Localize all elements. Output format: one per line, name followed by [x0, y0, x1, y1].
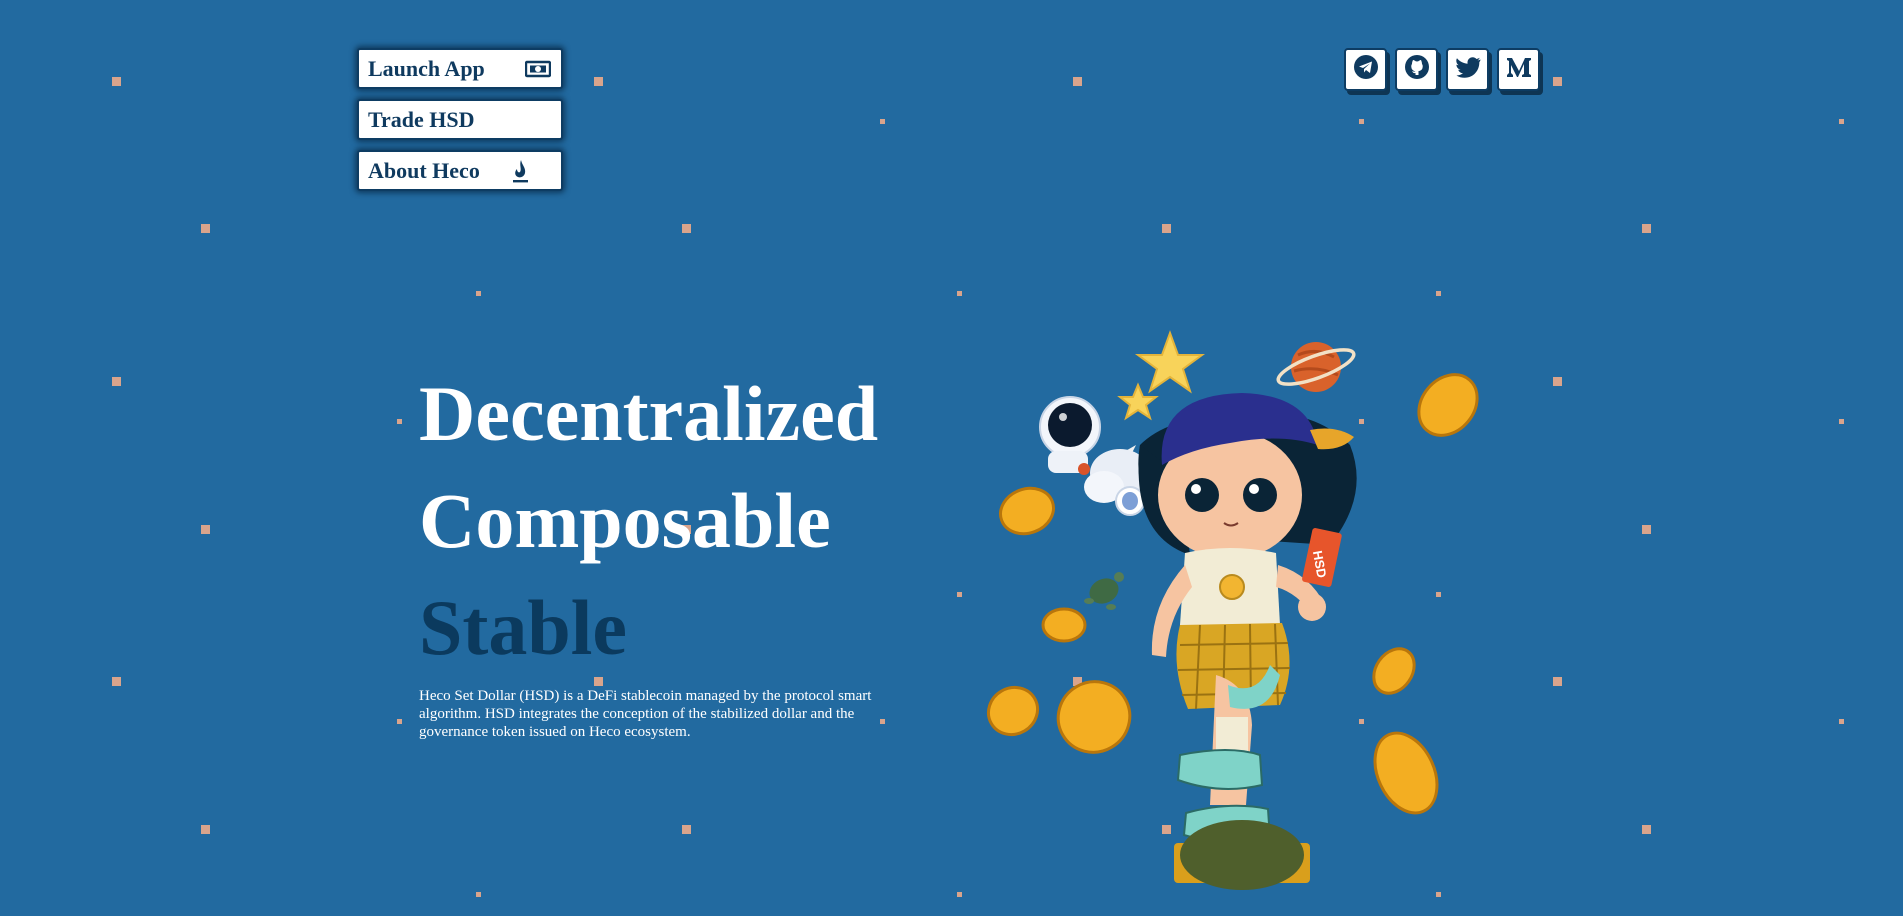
telegram-button[interactable]	[1344, 48, 1387, 91]
hero-description: Heco Set Dollar (HSD) is a DeFi stableco…	[419, 688, 872, 740]
starfield-background	[0, 0, 1903, 916]
star-dot	[112, 377, 121, 386]
star-dot	[1359, 119, 1364, 124]
star-dot	[1642, 224, 1651, 233]
headline-stable: Stable	[419, 584, 628, 671]
telegram-icon	[1353, 54, 1379, 85]
trade-hsd-button[interactable]: Trade HSD	[357, 99, 563, 140]
star-dot	[1553, 77, 1562, 86]
star-dot	[594, 77, 603, 86]
star-dot	[1839, 119, 1844, 124]
about-heco-button[interactable]: About Heco	[357, 150, 563, 191]
star-dot	[682, 224, 691, 233]
about-heco-label: About Heco	[368, 157, 480, 183]
star-icon	[1134, 330, 1206, 394]
hero-headline: Decentralized Composable Stable	[419, 360, 878, 681]
social-links	[1344, 48, 1540, 91]
mascot-illustration: HSD	[986, 330, 1479, 890]
launch-app-label: Launch App	[368, 55, 485, 81]
star-dot	[1436, 291, 1441, 296]
star-dot	[397, 719, 402, 724]
planet-icon	[1276, 342, 1356, 392]
star-dot	[1553, 677, 1562, 686]
star-dot	[1642, 525, 1651, 534]
launch-app-button[interactable]: Launch App	[357, 48, 563, 89]
star-dot	[957, 892, 962, 897]
star-dot	[957, 291, 962, 296]
star-dot	[397, 419, 402, 424]
star-dot	[476, 291, 481, 296]
twitter-button[interactable]	[1446, 48, 1489, 91]
star-dot	[1436, 892, 1441, 897]
star-dot	[112, 677, 121, 686]
mascot-character: HSD	[1138, 393, 1357, 890]
medium-icon	[1506, 55, 1532, 84]
cash-icon	[525, 60, 551, 78]
headline-composable: Composable	[419, 477, 831, 564]
star-dot	[682, 825, 691, 834]
star-dot	[1073, 77, 1082, 86]
star-dot	[1553, 377, 1562, 386]
star-dot	[1839, 419, 1844, 424]
star-dot	[201, 825, 210, 834]
headline-decentralized: Decentralized	[419, 370, 879, 457]
star-dot	[957, 592, 962, 597]
star-dot	[476, 892, 481, 897]
star-dot	[201, 525, 210, 534]
github-icon	[1404, 54, 1430, 85]
turtle-icon	[1084, 572, 1124, 610]
star-dot	[880, 119, 885, 124]
nav-menu: Launch App Trade HSD About Heco	[357, 48, 563, 191]
flame-icon	[511, 159, 529, 183]
medium-button[interactable]	[1497, 48, 1540, 91]
star-dot	[1162, 224, 1171, 233]
star-dot	[1642, 825, 1651, 834]
trade-hsd-label: Trade HSD	[368, 106, 475, 132]
github-button[interactable]	[1395, 48, 1438, 91]
star-dot	[112, 77, 121, 86]
star-dot	[1839, 719, 1844, 724]
twitter-icon	[1455, 55, 1481, 84]
star-dot	[201, 224, 210, 233]
